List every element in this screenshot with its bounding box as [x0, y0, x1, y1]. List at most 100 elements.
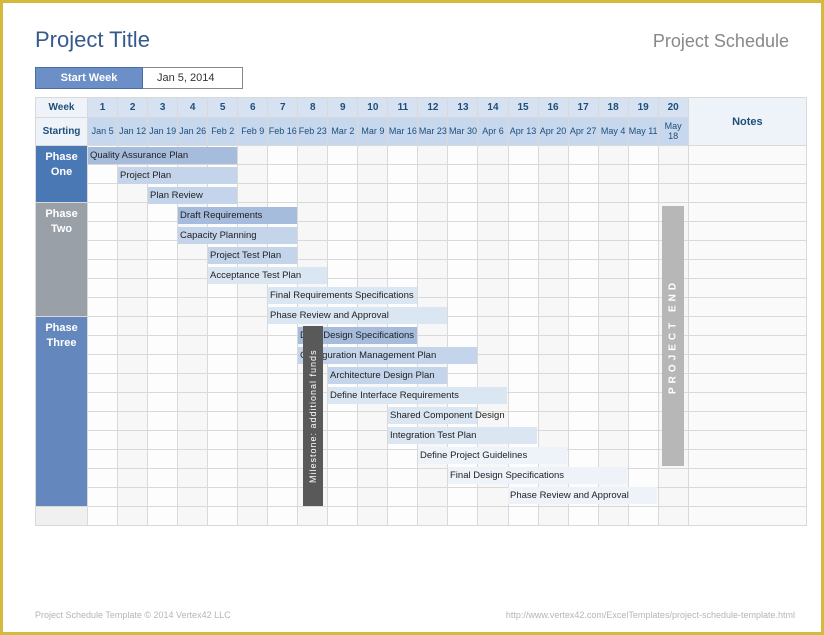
gantt-cell[interactable]: [448, 222, 478, 241]
gantt-cell[interactable]: [88, 488, 118, 507]
gantt-cell[interactable]: [598, 146, 628, 165]
gantt-cell[interactable]: [628, 431, 658, 450]
gantt-cell[interactable]: [178, 317, 208, 336]
gantt-cell[interactable]: [178, 393, 208, 412]
gantt-cell[interactable]: [568, 355, 598, 374]
gantt-cell[interactable]: [298, 507, 328, 526]
task-bar[interactable]: Integration Test Plan: [388, 427, 537, 444]
gantt-cell[interactable]: [388, 184, 418, 203]
gantt-cell[interactable]: [178, 507, 208, 526]
gantt-cell[interactable]: [358, 260, 388, 279]
gantt-cell[interactable]: [418, 260, 448, 279]
gantt-cell[interactable]: [568, 317, 598, 336]
gantt-cell[interactable]: [598, 317, 628, 336]
notes-cell[interactable]: [688, 298, 806, 317]
gantt-cell[interactable]: [238, 317, 268, 336]
gantt-cell[interactable]: [178, 355, 208, 374]
gantt-cell[interactable]: [598, 298, 628, 317]
gantt-cell[interactable]: [178, 450, 208, 469]
gantt-cell[interactable]: [238, 507, 268, 526]
notes-cell[interactable]: [688, 507, 806, 526]
gantt-cell[interactable]: [238, 450, 268, 469]
gantt-cell[interactable]: [88, 336, 118, 355]
gantt-cell[interactable]: [568, 184, 598, 203]
gantt-cell[interactable]: [268, 374, 298, 393]
gantt-cell[interactable]: [208, 298, 238, 317]
gantt-cell[interactable]: [178, 488, 208, 507]
gantt-cell[interactable]: [88, 469, 118, 488]
gantt-cell[interactable]: [268, 165, 298, 184]
gantt-cell[interactable]: [538, 146, 568, 165]
gantt-cell[interactable]: [568, 450, 598, 469]
gantt-cell[interactable]: [118, 317, 148, 336]
gantt-cell[interactable]: [418, 241, 448, 260]
gantt-cell[interactable]: [328, 146, 358, 165]
gantt-cell[interactable]: [328, 431, 358, 450]
gantt-cell[interactable]: [358, 203, 388, 222]
gantt-cell[interactable]: [298, 184, 328, 203]
gantt-cell[interactable]: [508, 336, 538, 355]
gantt-cell[interactable]: [478, 488, 508, 507]
gantt-cell[interactable]: [208, 374, 238, 393]
gantt-cell[interactable]: [118, 488, 148, 507]
gantt-cell[interactable]: [508, 165, 538, 184]
gantt-cell[interactable]: [148, 241, 178, 260]
gantt-cell[interactable]: [598, 279, 628, 298]
gantt-cell[interactable]: [268, 450, 298, 469]
gantt-cell[interactable]: [118, 469, 148, 488]
gantt-cell[interactable]: [568, 165, 598, 184]
gantt-cell[interactable]: [268, 393, 298, 412]
gantt-cell[interactable]: [148, 260, 178, 279]
task-bar[interactable]: Architecture Design Plan: [328, 367, 447, 384]
gantt-cell[interactable]: [478, 355, 508, 374]
gantt-cell[interactable]: [178, 279, 208, 298]
gantt-cell[interactable]: [418, 279, 448, 298]
gantt-cell[interactable]: [238, 298, 268, 317]
notes-cell[interactable]: [688, 431, 806, 450]
gantt-cell[interactable]: [118, 279, 148, 298]
gantt-cell[interactable]: [448, 298, 478, 317]
gantt-cell[interactable]: [598, 222, 628, 241]
gantt-cell[interactable]: [328, 488, 358, 507]
gantt-cell[interactable]: [568, 279, 598, 298]
task-bar[interactable]: Final Design Specifications: [448, 467, 627, 484]
task-bar[interactable]: Define Interface Requirements: [328, 387, 507, 404]
gantt-cell[interactable]: [628, 260, 658, 279]
task-bar[interactable]: Phase Review and Approval: [268, 307, 447, 324]
gantt-cell[interactable]: [88, 165, 118, 184]
gantt-cell[interactable]: [508, 146, 538, 165]
gantt-cell[interactable]: [658, 146, 688, 165]
gantt-cell[interactable]: [118, 507, 148, 526]
gantt-cell[interactable]: [88, 431, 118, 450]
gantt-cell[interactable]: [388, 165, 418, 184]
gantt-cell[interactable]: [178, 260, 208, 279]
gantt-cell[interactable]: [478, 241, 508, 260]
gantt-cell[interactable]: [568, 431, 598, 450]
gantt-cell[interactable]: [328, 222, 358, 241]
gantt-cell[interactable]: [148, 298, 178, 317]
gantt-cell[interactable]: [628, 507, 658, 526]
gantt-cell[interactable]: [508, 203, 538, 222]
gantt-cell[interactable]: [508, 298, 538, 317]
gantt-cell[interactable]: [598, 165, 628, 184]
gantt-cell[interactable]: [328, 412, 358, 431]
gantt-cell[interactable]: [268, 488, 298, 507]
gantt-cell[interactable]: [448, 184, 478, 203]
gantt-cell[interactable]: [148, 507, 178, 526]
notes-cell[interactable]: [688, 488, 806, 507]
gantt-cell[interactable]: [478, 279, 508, 298]
gantt-cell[interactable]: [658, 165, 688, 184]
gantt-cell[interactable]: [268, 412, 298, 431]
gantt-cell[interactable]: [178, 469, 208, 488]
notes-cell[interactable]: [688, 203, 806, 222]
gantt-cell[interactable]: [208, 412, 238, 431]
gantt-cell[interactable]: [268, 355, 298, 374]
gantt-cell[interactable]: [418, 469, 448, 488]
notes-cell[interactable]: [688, 355, 806, 374]
gantt-cell[interactable]: [598, 260, 628, 279]
gantt-cell[interactable]: [208, 488, 238, 507]
gantt-cell[interactable]: [328, 165, 358, 184]
gantt-cell[interactable]: [238, 488, 268, 507]
gantt-cell[interactable]: [238, 184, 268, 203]
gantt-cell[interactable]: [628, 450, 658, 469]
